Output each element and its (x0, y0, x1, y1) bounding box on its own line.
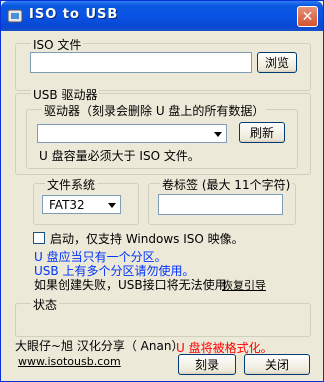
boot-checkbox[interactable] (33, 232, 45, 244)
iso-file-label: ISO 文件 (31, 36, 84, 53)
volume-label-caption: 卷标签 (最大 11个字符) (160, 176, 293, 193)
burn-button[interactable]: 刻录 (178, 354, 236, 375)
filesystem-label: 文件系统 (45, 176, 98, 193)
website-link[interactable]: www.isotousb.com (18, 355, 121, 368)
note-failure: 如果创建失败，USB接口将无法使用 (34, 278, 227, 292)
browse-button[interactable]: 浏览 (257, 52, 297, 73)
close-button[interactable]: 关闭 (244, 354, 310, 375)
usb-drive-label: USB 驱动器 (31, 86, 100, 103)
credit-text: 大眼仔~旭 汉化分享（ Anan） (15, 339, 184, 353)
status-group (15, 303, 311, 337)
boot-checkbox-label: 启动，仅支持 Windows ISO 映像。 (50, 232, 244, 246)
chevron-down-icon (108, 203, 116, 208)
client-area: ISO 文件 浏览 USB 驱动器 驱动器（刻录会删除 U 盘上的所有数据） 刷… (4, 31, 320, 377)
app-window: ISO to USB ✕ ISO 文件 浏览 USB 驱动器 驱动器（刻录会删除… (0, 0, 324, 382)
chevron-down-icon (214, 132, 222, 137)
restore-boot-link[interactable]: 恢复引导 (222, 277, 266, 293)
drive-warning-label: 驱动器（刻录会删除 U 盘上的所有数据） (42, 102, 267, 119)
window-title: ISO to USB (29, 7, 119, 22)
close-window-button[interactable]: ✕ (297, 6, 318, 27)
capacity-note: U 盘容量必须大于 ISO 文件。 (39, 149, 200, 163)
iso-path-input[interactable] (30, 52, 252, 73)
title-bar[interactable]: ISO to USB ✕ (1, 1, 323, 31)
status-label: 状态 (31, 296, 60, 313)
filesystem-select[interactable]: FAT32 (42, 195, 121, 214)
drive-select[interactable] (37, 124, 227, 143)
refresh-button[interactable]: 刷新 (239, 122, 285, 143)
usb-app-icon (7, 9, 23, 23)
volume-label-input[interactable] (158, 194, 283, 215)
filesystem-value: FAT32 (49, 198, 85, 212)
